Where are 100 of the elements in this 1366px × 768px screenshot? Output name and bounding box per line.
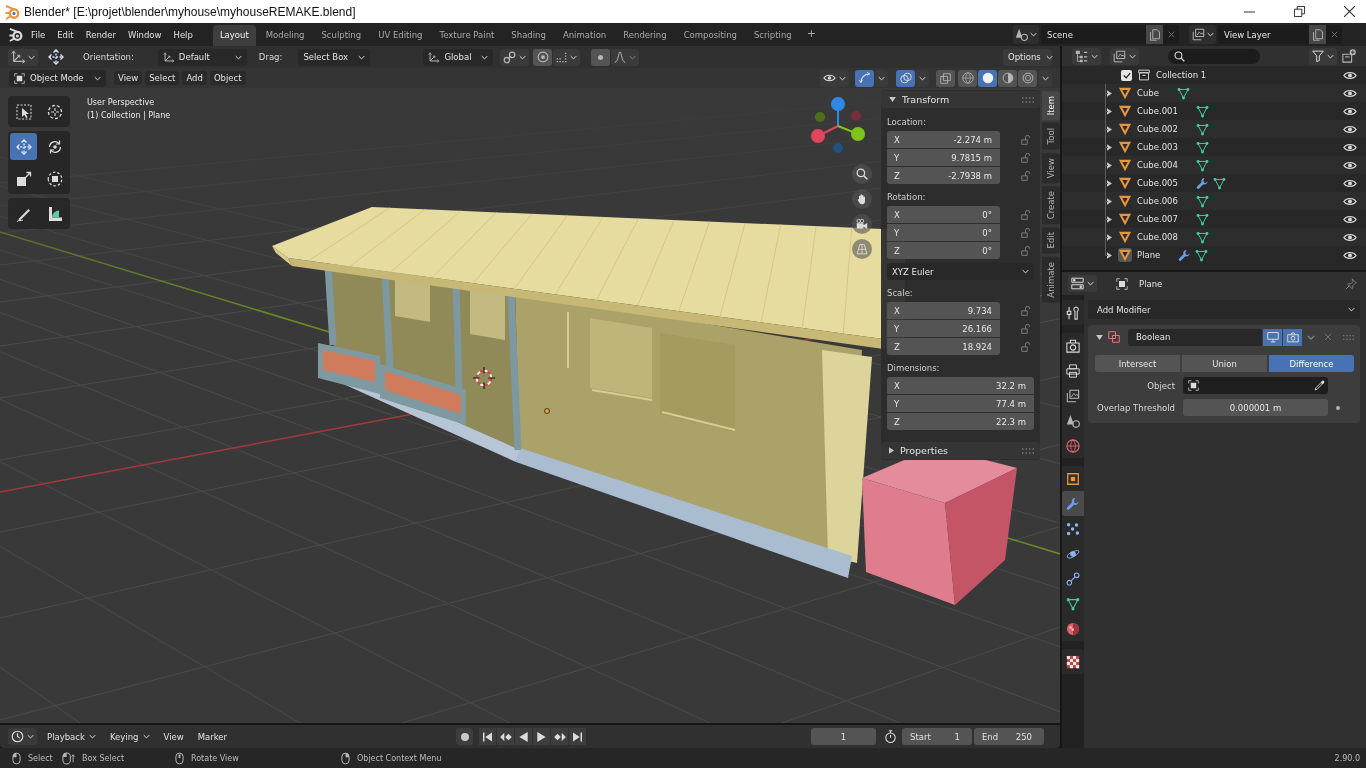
outliner-row[interactable]: Cube.002 — [1062, 120, 1366, 138]
minimize-icon[interactable] — [1243, 10, 1255, 13]
object-name[interactable]: Cube.001 — [1137, 106, 1178, 116]
disclosure-triangle-icon[interactable] — [1107, 89, 1112, 97]
orientation-dropdown[interactable]: Default — [157, 48, 247, 66]
wrench-icon[interactable] — [1178, 248, 1192, 262]
disclosure-triangle-icon[interactable] — [1107, 215, 1112, 223]
view-layer-name-field[interactable]: View Layer — [1218, 25, 1309, 44]
menu-dropdown[interactable]: Playback — [43, 729, 100, 744]
close-icon[interactable] — [1343, 6, 1355, 17]
mesh-triangle-icon[interactable] — [1118, 194, 1132, 208]
disclosure-triangle-icon[interactable] — [1096, 334, 1103, 340]
end-frame-field[interactable]: End 250 — [974, 728, 1044, 745]
eye-icon[interactable] — [1343, 70, 1357, 80]
duplicate-scene-button[interactable] — [1146, 25, 1163, 44]
number-field[interactable]: X -2.274 m — [887, 131, 1000, 148]
visibility-dropdown[interactable] — [820, 69, 849, 87]
axis-gizmo-icon[interactable] — [808, 96, 868, 156]
workspace-tab[interactable]: UV Editing — [371, 25, 430, 46]
number-field[interactable]: Y 26.166 — [887, 320, 1000, 337]
object-name[interactable]: Cube.007 — [1137, 214, 1178, 224]
add-workspace-button[interactable]: + — [801, 25, 821, 46]
workspace-tab[interactable]: Modeling — [258, 25, 312, 46]
play-button[interactable] — [533, 728, 551, 745]
workspace-tab[interactable]: Texture Paint — [432, 25, 502, 46]
number-field[interactable]: X 32.2 m — [887, 377, 1034, 394]
snap-element-dropdown[interactable] — [553, 48, 581, 66]
menu-item[interactable]: Window — [121, 26, 168, 43]
stopwatch-icon[interactable] — [884, 730, 897, 743]
object-name[interactable]: Cube.002 — [1137, 124, 1178, 134]
disclosure-triangle-icon[interactable] — [1107, 143, 1112, 151]
object-name[interactable]: Cube.003 — [1137, 142, 1178, 152]
eye-icon[interactable] — [1343, 160, 1357, 170]
current-frame-field[interactable]: 1 — [811, 728, 876, 745]
vertex-triangle-icon[interactable] — [1195, 104, 1209, 118]
sidebar-tab[interactable]: Tool — [1042, 123, 1060, 150]
sidebar-tab[interactable]: Item — [1042, 91, 1060, 121]
mesh-triangle-icon[interactable] — [1118, 140, 1132, 154]
shading-mode-button[interactable] — [958, 69, 977, 87]
number-field[interactable]: Z 0° — [887, 242, 1000, 259]
number-field[interactable]: Y 0° — [887, 224, 1000, 241]
vertex-triangle-icon[interactable] — [1195, 248, 1209, 262]
rotation-mode-dropdown[interactable]: XYZ Euler — [887, 263, 1034, 280]
number-field[interactable]: Z 18.924 — [887, 338, 1000, 355]
collection-name[interactable]: Collection 1 — [1156, 70, 1207, 80]
vertex-triangle-icon[interactable] — [1195, 122, 1209, 136]
mesh-triangle-icon[interactable] — [1118, 176, 1132, 190]
workspace-tab[interactable]: Sculpting — [314, 25, 369, 46]
filter-dropdown[interactable] — [1309, 47, 1337, 65]
eye-icon[interactable] — [1343, 142, 1357, 152]
snap-toggle-button[interactable] — [533, 48, 553, 66]
padlock-icon[interactable] — [1020, 245, 1031, 256]
sidebar-tab[interactable]: View — [1042, 152, 1060, 184]
mesh-triangle-icon[interactable] — [1118, 212, 1132, 226]
mesh-triangle-icon[interactable] — [1118, 104, 1132, 118]
editor-type-button[interactable] — [1068, 275, 1097, 292]
object-name[interactable]: Cube.006 — [1137, 196, 1178, 206]
options-dropdown[interactable]: Options — [1003, 48, 1052, 66]
object-name[interactable]: Cube.005 — [1137, 178, 1178, 188]
checkbox[interactable] — [1121, 69, 1132, 81]
caret-icon[interactable] — [1307, 334, 1315, 340]
operation-button[interactable]: Intersect — [1095, 355, 1180, 372]
mesh-triangle-icon[interactable] — [1118, 230, 1132, 244]
search-field[interactable] — [1168, 48, 1260, 64]
jump-start-button[interactable] — [479, 728, 497, 745]
padlock-icon[interactable] — [1020, 323, 1031, 334]
duplicate-view-layer-button[interactable] — [1309, 25, 1326, 44]
workspace-tab[interactable]: Animation — [555, 25, 614, 46]
view-layer-selector-button[interactable] — [1189, 25, 1216, 44]
new-collection-icon[interactable] — [1342, 49, 1356, 63]
falloff-dropdown[interactable] — [611, 48, 640, 66]
eye-icon[interactable] — [1343, 106, 1357, 116]
menu-item[interactable]: Select — [145, 71, 180, 85]
menu-item[interactable]: Object — [209, 71, 246, 85]
eye-icon[interactable] — [1343, 178, 1357, 188]
record-button[interactable] — [456, 728, 474, 745]
mesh-triangle-icon[interactable] — [1118, 86, 1132, 100]
eye-icon[interactable] — [1343, 232, 1357, 242]
add-modifier-dropdown[interactable]: Add Modifier — [1088, 300, 1360, 319]
threshold-field[interactable]: 0.000001 m — [1183, 399, 1328, 416]
outliner-row[interactable]: Cube — [1062, 84, 1366, 102]
padlock-icon[interactable] — [1020, 227, 1031, 238]
workspace-tab[interactable]: Scripting — [746, 25, 799, 46]
move-arrows-icon[interactable] — [48, 49, 64, 65]
viewport-toggle-button[interactable] — [1263, 328, 1282, 346]
sidebar-tab[interactable]: Animate — [1042, 256, 1060, 303]
padlock-icon[interactable] — [1020, 305, 1031, 316]
disclosure-triangle-icon[interactable] — [1107, 233, 1112, 241]
editor-type-button[interactable] — [8, 728, 37, 745]
jump-end-button[interactable] — [569, 728, 587, 745]
scene-name-field[interactable]: Scene — [1041, 25, 1146, 44]
vertex-triangle-icon[interactable] — [1195, 212, 1209, 226]
disclosure-triangle-icon[interactable] — [1107, 179, 1112, 187]
vertex-triangle-icon[interactable] — [1195, 194, 1209, 208]
drag-dropdown[interactable]: Select Box — [298, 48, 371, 66]
disclosure-triangle-icon[interactable] — [1107, 125, 1112, 133]
eye-icon[interactable] — [1343, 196, 1357, 206]
mesh-triangle-icon[interactable] — [1118, 122, 1132, 136]
editor-type-button[interactable] — [8, 48, 38, 66]
previous-keyframe-button[interactable] — [497, 728, 515, 745]
